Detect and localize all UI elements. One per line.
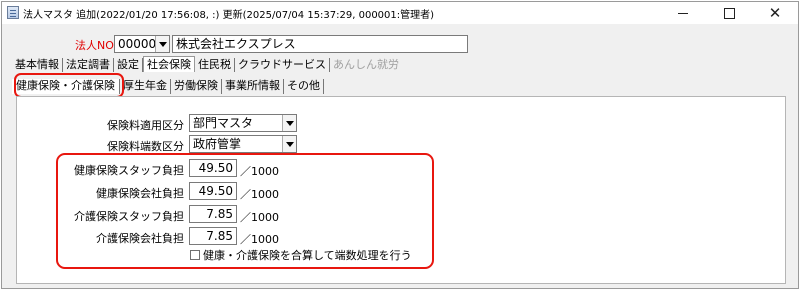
care-staff-burden-unit: ／1000 (240, 211, 279, 224)
health-staff-burden-unit: ／1000 (240, 165, 279, 178)
corp-no-select[interactable]: 000001 (114, 35, 170, 53)
care-staff-burden-input[interactable]: 7.85 (189, 205, 237, 223)
minimize-button[interactable] (660, 2, 706, 24)
corp-name-field[interactable]: 株式会社エクスプレス (172, 35, 468, 53)
app-icon (7, 6, 19, 19)
tab-welfare-pension[interactable]: 厚生年金 (120, 79, 171, 94)
rounding-category-value: 政府管掌 (193, 137, 242, 151)
tab-social-insurance[interactable]: 社会保険 (143, 56, 195, 72)
tab-labor-insurance[interactable]: 労働保険 (171, 79, 222, 94)
care-staff-burden-label: 介護保険スタッフ負担 (74, 210, 184, 223)
rounding-category-label: 保険料端数区分 (107, 140, 184, 153)
rate-category-label: 保険料適用区分 (107, 119, 184, 132)
close-button[interactable]: ✕ (752, 2, 798, 24)
tab-cloud-service[interactable]: クラウドサービス (235, 58, 330, 72)
tab-highlight-annotation (14, 73, 124, 98)
tab-other[interactable]: その他 (284, 79, 324, 94)
health-company-burden-unit: ／1000 (240, 188, 279, 201)
rounding-category-select[interactable]: 政府管掌 (189, 135, 297, 153)
chevron-down-icon[interactable] (282, 115, 296, 131)
care-company-burden-unit: ／1000 (240, 233, 279, 246)
health-staff-burden-input[interactable]: 49.50 (189, 159, 237, 177)
care-company-burden-input[interactable]: 7.85 (189, 227, 237, 245)
combine-rounding-label[interactable]: 健康・介護保険を合算して端数処理を行う (203, 247, 412, 263)
health-staff-burden-label: 健康保険スタッフ負担 (74, 164, 184, 177)
chevron-down-icon[interactable] (155, 36, 169, 52)
tab-resident-tax[interactable]: 住民税 (195, 58, 235, 72)
chevron-down-icon[interactable] (282, 136, 296, 152)
title-bar: 法人マスタ 追加(2022/01/20 17:56:08, :) 更新(2025… (2, 2, 798, 24)
tab-office-info[interactable]: 事業所情報 (222, 79, 284, 94)
tab-anshin-shuro: あんしん就労 (333, 58, 399, 71)
tab-settings[interactable]: 設定 (114, 58, 143, 72)
combine-rounding-checkbox[interactable] (190, 250, 200, 260)
care-company-burden-label: 介護保険会社負担 (96, 232, 184, 245)
maximize-button[interactable] (706, 2, 752, 24)
health-company-burden-input[interactable]: 49.50 (189, 182, 237, 200)
tab-legal-records[interactable]: 法定調書 (63, 58, 114, 72)
health-company-burden-label: 健康保険会社負担 (96, 187, 184, 200)
window-title: 法人マスタ 追加(2022/01/20 17:56:08, :) 更新(2025… (23, 10, 435, 21)
tab-basic-info[interactable]: 基本情報 (12, 58, 63, 72)
rate-category-select[interactable]: 部門マスタ (189, 114, 297, 132)
main-tab-bar: 基本情報 法定調書 設定 社会保険 住民税 クラウドサービス あんしん就労 (12, 56, 402, 72)
rate-category-value: 部門マスタ (193, 116, 254, 130)
corp-no-label: 法人NO (75, 39, 114, 52)
